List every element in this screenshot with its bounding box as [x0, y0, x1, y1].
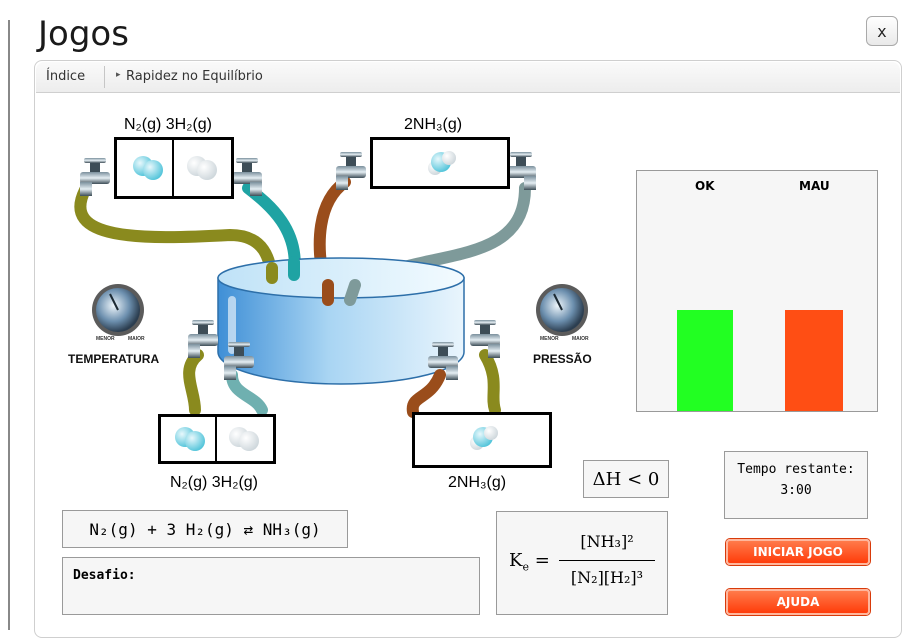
score-chart: OK MAU: [636, 170, 878, 412]
hose-nh3-out-2: [479, 349, 501, 416]
timer-value: 3:00: [780, 483, 812, 498]
hose-h2-out: [226, 369, 268, 416]
ke-numerator: [NH₃]²: [580, 532, 634, 551]
reservoir-bottom-reactants: [158, 414, 276, 464]
reservoir-bottom-product: [412, 412, 552, 468]
equation-box: N₂(g) + 3 H₂(g) ⇄ NH₃(g): [62, 510, 348, 548]
molecule-icon: [187, 156, 217, 180]
mau-bar: [785, 310, 843, 411]
ok-label: OK: [695, 179, 715, 193]
pressure-min-label: MENOR: [540, 336, 559, 342]
molecule-icon: [175, 427, 205, 451]
tank-icon: [217, 257, 465, 385]
hose-n2-out: [183, 349, 204, 416]
pressure-max-label: MAIOR: [572, 336, 589, 342]
faucet-icon[interactable]: [80, 158, 110, 196]
ke-fraction-bar: [559, 560, 655, 561]
reservoir-top-product: [370, 137, 510, 189]
molecule-icon: [428, 151, 456, 175]
pressure-knob-icon[interactable]: [536, 284, 588, 336]
temperature-max-label: MAIOR: [128, 336, 145, 342]
pressure-label: PRESSÃO: [533, 352, 592, 366]
molecule-icon: [229, 427, 259, 451]
hose-n2-in: [74, 184, 278, 284]
molecule-icon: [470, 426, 498, 450]
ok-bar: [677, 310, 733, 411]
start-game-button[interactable]: INICIAR JOGO: [726, 539, 870, 565]
faucet-icon[interactable]: [336, 152, 366, 190]
temperature-knob-icon[interactable]: [92, 284, 144, 336]
mau-label: MAU: [799, 179, 830, 193]
reactants-label-bottom: N₂(g) 3H₂(g): [170, 474, 258, 491]
product-label-top: 2NH₃(g): [404, 116, 463, 133]
ke-box: Ke = [NH₃]² [N₂][H₂]³: [496, 511, 668, 615]
molecule-icon: [133, 156, 163, 180]
ke-denominator: [N₂][H₂]³: [570, 568, 644, 587]
help-button[interactable]: AJUDA: [726, 589, 870, 615]
temperature-label: TEMPERATURA: [68, 352, 160, 366]
hose-nh3-out: [406, 369, 446, 418]
enthalpy-box: ΔH < 0: [583, 460, 669, 498]
product-label-bottom: 2NH₃(g): [448, 474, 507, 491]
reactants-label-top: N₂(g) 3H₂(g): [124, 116, 212, 133]
reservoir-top-reactants: [114, 137, 234, 199]
challenge-box: Desafio:: [62, 557, 480, 615]
ke-symbol: Ke =: [509, 550, 550, 574]
challenge-label: Desafio:: [73, 568, 136, 583]
temperature-min-label: MENOR: [96, 336, 115, 342]
timer-box: Tempo restante: 3:00: [724, 451, 868, 519]
timer-label: Tempo restante:: [737, 462, 855, 477]
